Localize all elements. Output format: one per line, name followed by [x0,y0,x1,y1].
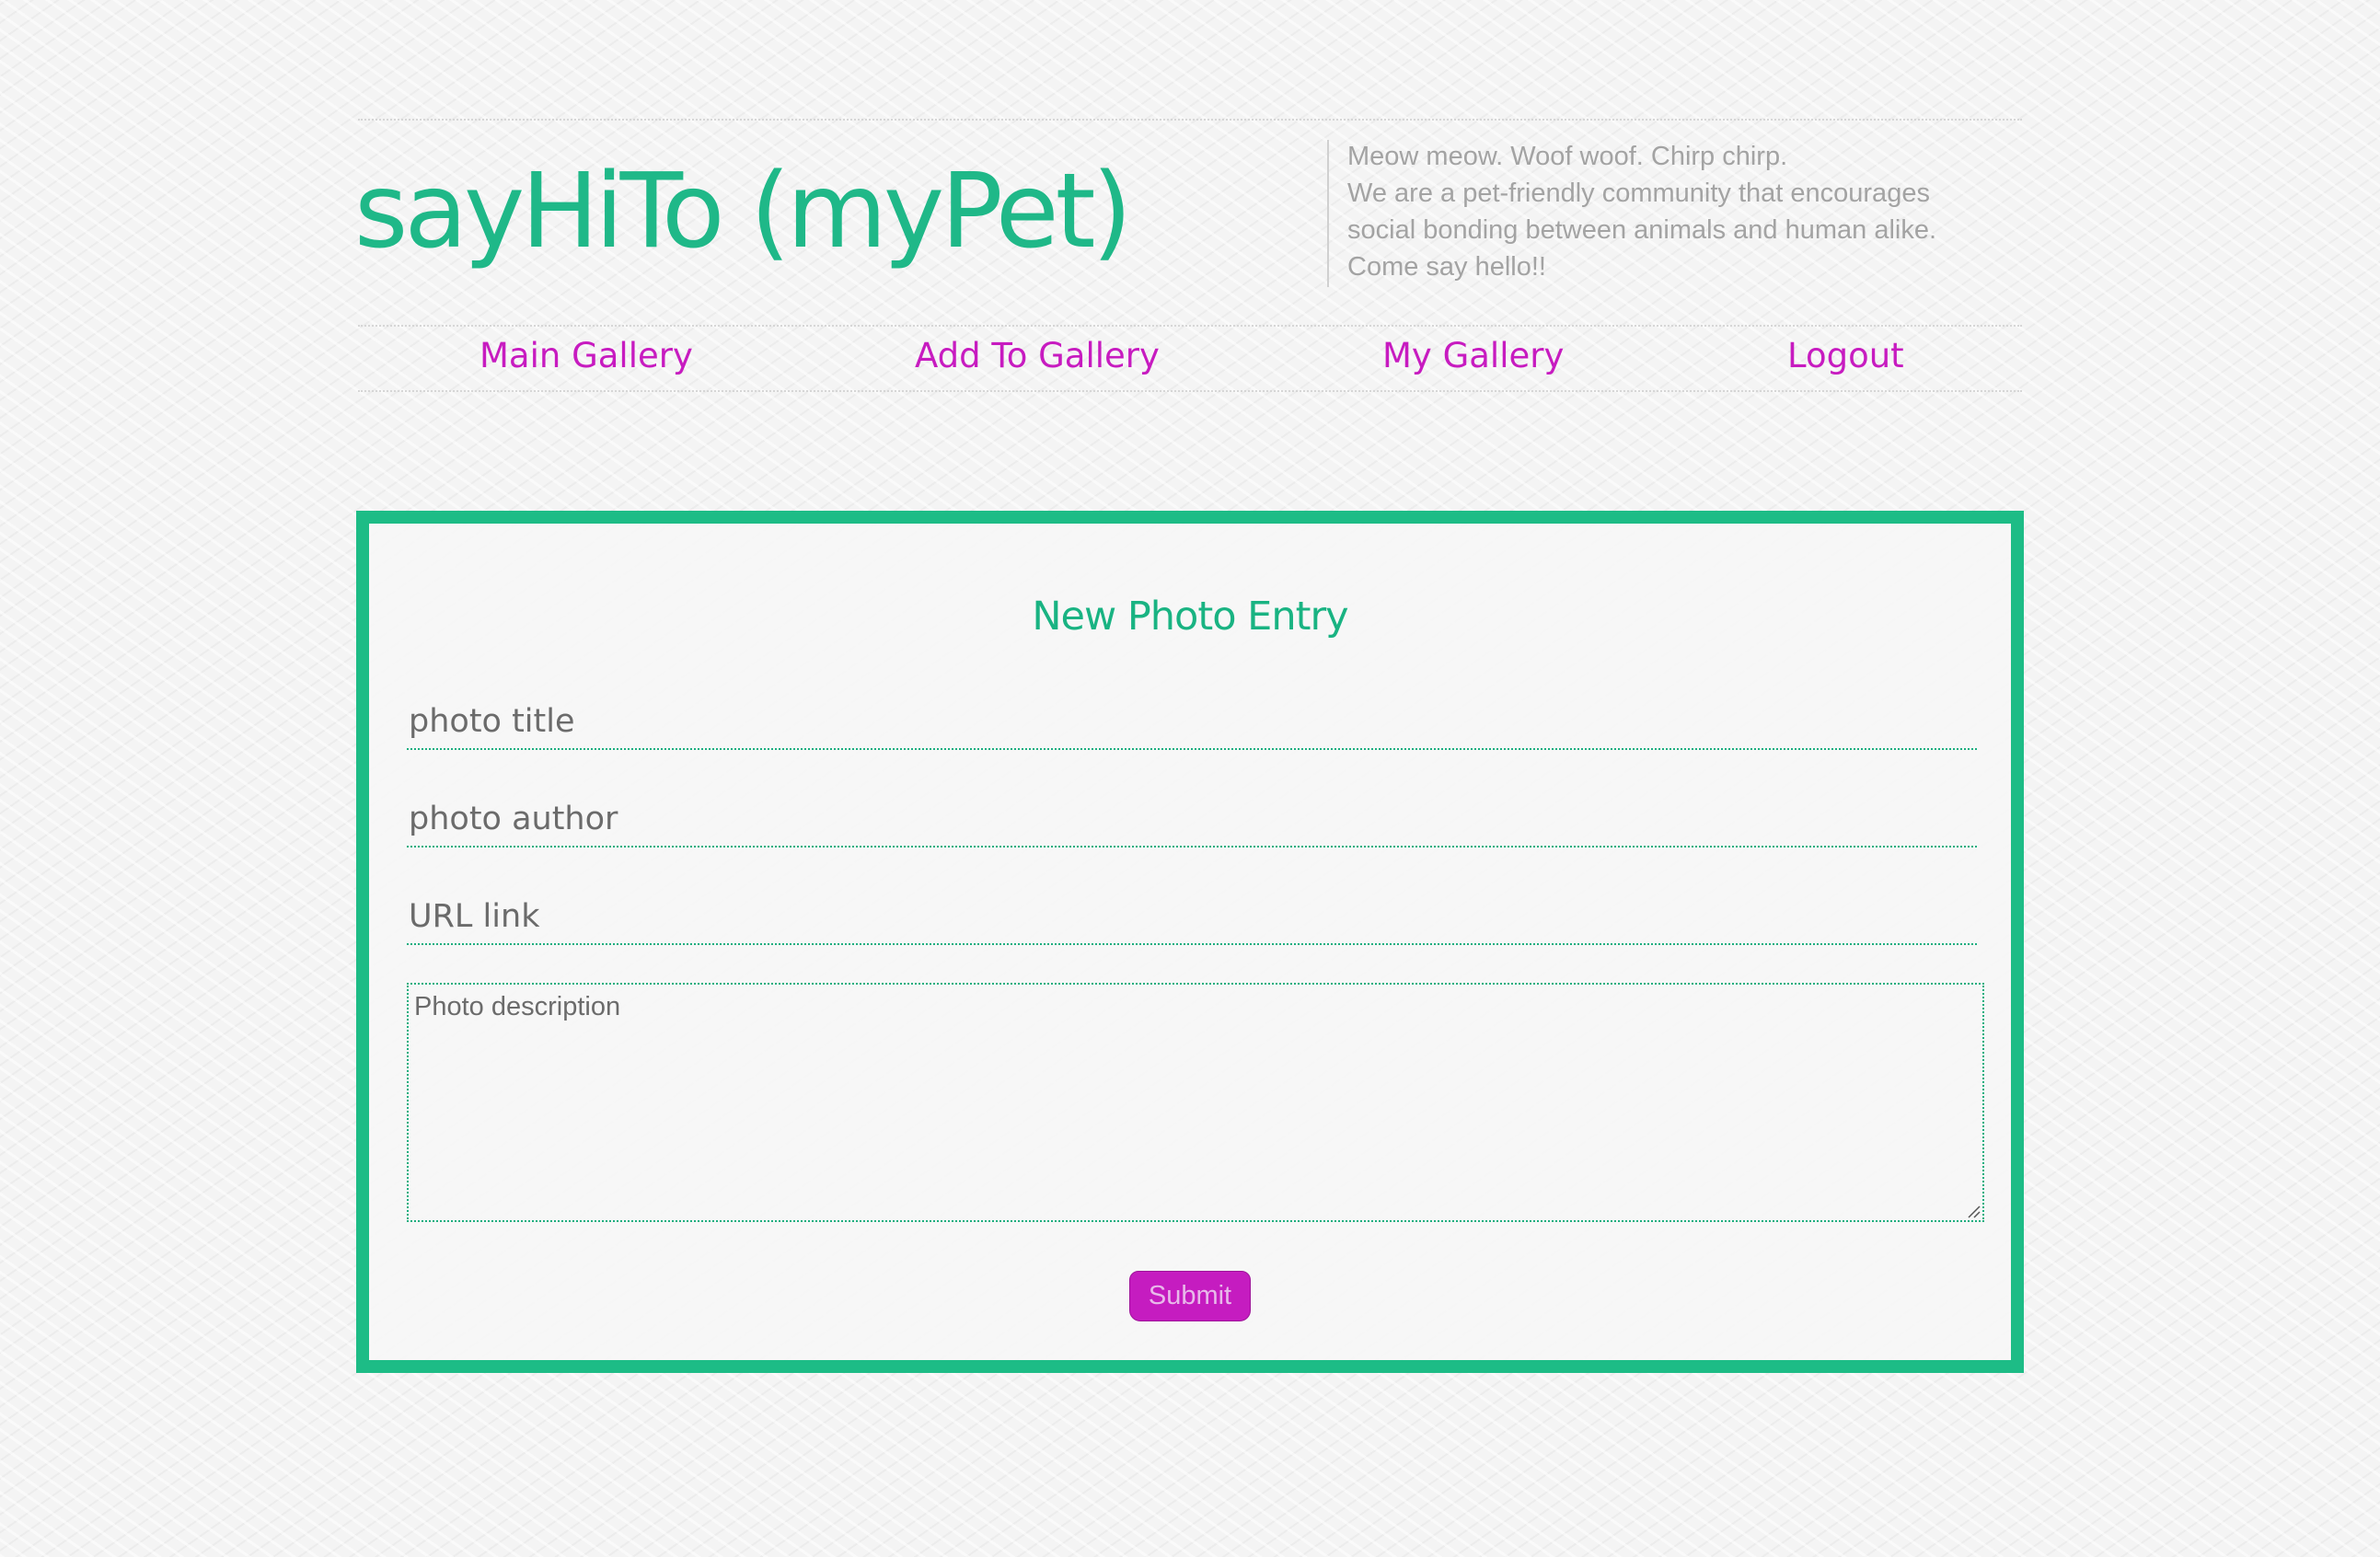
nav-bottom-rule [358,390,2022,392]
site-title: sayHiTo (myPet) [354,152,1132,271]
photo-title-input[interactable] [407,695,1977,750]
tagline-line: We are a pet-friendly community that enc… [1347,179,1930,208]
header-top-rule [358,119,2022,121]
site-tagline: Meow meow. Woof woof. Chirp chirp. We ar… [1347,138,2010,285]
form-title: New Photo Entry [1032,594,1348,640]
nav-my-gallery[interactable]: My Gallery [1382,333,1564,379]
submit-button[interactable]: Submit [1129,1271,1251,1321]
resize-grip-icon[interactable] [1966,1204,1981,1218]
photo-author-input[interactable] [407,792,1977,848]
nav-add-to-gallery[interactable]: Add To Gallery [915,333,1160,379]
nav-logout[interactable]: Logout [1787,333,1904,379]
nav-top-rule [358,325,2022,327]
nav-main-gallery[interactable]: Main Gallery [479,333,693,379]
url-link-input[interactable] [407,890,1977,945]
tagline-line: Meow meow. Woof woof. Chirp chirp. [1347,142,1788,171]
tagline-divider [1327,140,1329,287]
tagline-line: Come say hello!! [1347,252,1546,282]
photo-description-textarea[interactable] [407,983,1984,1222]
tagline-line: social bonding between animals and human… [1347,215,1937,245]
